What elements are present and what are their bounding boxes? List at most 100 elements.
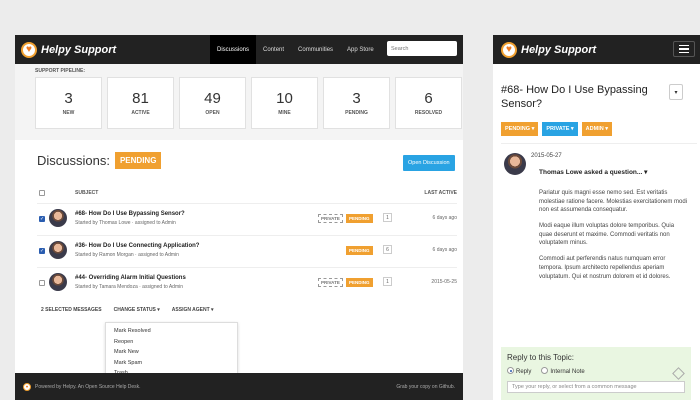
hamburger-menu-icon[interactable] <box>673 41 695 57</box>
status-dropdown-button[interactable]: PENDING ▾ <box>501 122 539 136</box>
row-checkbox[interactable] <box>39 280 45 286</box>
footer-powered: Powered by Helpy. An Open Source Help De… <box>35 383 141 390</box>
topic-title: #68- How Do I Use Bypassing Sensor? <box>501 84 648 111</box>
change-status-menu[interactable]: CHANGE STATUS ▾ <box>114 307 160 313</box>
row-meta: Started by Tamara Mendoza · assigned to … <box>75 284 184 290</box>
avatar <box>504 153 526 175</box>
desktop-view: ♥ Helpy Support Discussions Content Comm… <box>15 35 463 400</box>
reply-box: Reply to this Topic: Reply Internal Note… <box>501 347 691 400</box>
row-checkbox[interactable] <box>39 248 45 254</box>
table-row[interactable]: #36- How Do I Use Connecting Application… <box>37 235 457 267</box>
table-row[interactable]: #68- How Do I Use Bypassing Sensor? Star… <box>37 203 457 235</box>
status-badge: PENDING <box>114 152 162 169</box>
nav-content[interactable]: Content <box>256 35 291 64</box>
post-paragraph: Modi eaque illum voluptas dolore tempori… <box>539 223 675 247</box>
pipeline-label: SUPPORT PIPELINE: <box>35 68 86 74</box>
reply-count: 1 <box>383 213 392 222</box>
internal-note-radio[interactable]: Internal Note <box>541 367 585 375</box>
post-paragraph: Commodi aut perferendis natus numquam er… <box>539 256 671 280</box>
discussions-heading: Discussions: <box>37 153 110 168</box>
post-author[interactable]: Thomas Lowe asked a question... ▾ <box>539 168 647 176</box>
open-discussion-button[interactable]: Open Discussion <box>403 155 455 171</box>
post-body: Pariatur quis magni esse nemo sed. Est v… <box>539 189 689 288</box>
pipeline-mine[interactable]: 10 MINE <box>251 77 318 129</box>
menu-mark-resolved[interactable]: Mark Resolved <box>106 326 237 337</box>
row-subject[interactable]: #36- How Do I Use Connecting Application… <box>75 243 199 249</box>
heart-icon: ♥ <box>501 41 517 58</box>
divider <box>501 143 697 144</box>
radio-icon <box>541 367 549 374</box>
heart-icon: ♥ <box>23 382 31 391</box>
row-subject[interactable]: #68- How Do I Use Bypassing Sensor? <box>75 211 185 217</box>
pipeline-name: NEW <box>62 109 75 116</box>
nav-communities[interactable]: Communities <box>291 35 340 64</box>
select-all-checkbox[interactable] <box>39 190 45 196</box>
topic-tags: PENDING ▾ PRIVATE ▾ ADMIN ▾ <box>501 122 612 136</box>
mobile-topbar: ♥ Helpy Support <box>493 35 700 64</box>
avatar <box>49 241 67 259</box>
mobile-view: ♥ Helpy Support #68- How Do I Use Bypass… <box>493 35 700 400</box>
pipeline-name: ACTIVE <box>131 109 150 116</box>
assign-agent-menu[interactable]: ASSIGN AGENT ▾ <box>172 307 214 313</box>
pipeline-count: 10 <box>276 89 293 107</box>
main-nav: Discussions Content Communities App Stor… <box>210 35 381 64</box>
logo[interactable]: ♥ Helpy Support <box>21 41 117 58</box>
pipeline-open[interactable]: 49 OPEN <box>179 77 246 129</box>
pipeline-count: 49 <box>204 89 221 107</box>
row-checkbox[interactable] <box>39 216 45 222</box>
chevron-down-icon[interactable]: ▾ <box>669 84 683 100</box>
avatar <box>49 273 67 291</box>
pipeline-count: 3 <box>352 89 361 107</box>
pipeline-new[interactable]: 3 NEW <box>35 77 102 129</box>
footer-github-link[interactable]: Grab your copy on Github. <box>396 384 455 390</box>
selected-count: 2 SELECTED MESSAGES <box>41 307 102 313</box>
privacy-dropdown-button[interactable]: PRIVATE ▾ <box>542 122 578 136</box>
desktop-topbar: ♥ Helpy Support Discussions Content Comm… <box>15 35 463 64</box>
page-title: Discussions: PENDING <box>37 152 162 169</box>
reply-count: 6 <box>383 245 392 254</box>
reply-input[interactable]: Type your reply, or select from a common… <box>507 381 685 393</box>
pipeline-active[interactable]: 81 ACTIVE <box>107 77 174 129</box>
reply-radio[interactable]: Reply <box>507 367 531 375</box>
logo[interactable]: ♥ Helpy Support <box>501 41 597 58</box>
menu-reopen[interactable]: Reopen <box>106 337 237 348</box>
pending-tag: PENDING <box>346 214 373 223</box>
pipeline-name: RESOLVED <box>414 109 443 116</box>
heart-icon: ♥ <box>21 41 37 58</box>
assignee-dropdown-button[interactable]: ADMIN ▾ <box>581 122 612 136</box>
logo-text: Helpy Support <box>521 43 597 56</box>
pipeline-name: MINE <box>278 109 291 116</box>
logo-text: Helpy Support <box>41 43 117 56</box>
pipeline-resolved[interactable]: 6 RESOLVED <box>395 77 462 129</box>
table-row[interactable]: #44- Overriding Alarm Initial Questions … <box>37 267 457 299</box>
pipeline-name: PENDING <box>345 109 368 116</box>
footer: ♥ Powered by Helpy. An Open Source Help … <box>15 373 463 400</box>
pipeline-count: 81 <box>132 89 149 107</box>
last-active: 6 days ago <box>432 247 457 253</box>
discussions-panel: Discussions: PENDING Open Discussion SUB… <box>15 140 463 375</box>
pending-tag: PENDING <box>346 246 373 255</box>
pipeline-count: 3 <box>64 89 73 107</box>
menu-mark-spam[interactable]: Mark Spam <box>106 358 237 369</box>
nav-discussions[interactable]: Discussions <box>210 35 257 64</box>
nav-app-store[interactable]: App Store <box>340 35 381 64</box>
menu-mark-new[interactable]: Mark New <box>106 347 237 358</box>
search-input[interactable] <box>387 41 457 56</box>
bulk-actions: 2 SELECTED MESSAGES CHANGE STATUS ▾ ASSI… <box>41 307 214 313</box>
last-active: 6 days ago <box>432 215 457 221</box>
row-subject[interactable]: #44- Overriding Alarm Initial Questions <box>75 275 186 281</box>
avatar <box>49 209 67 227</box>
row-meta: Started by Thomas Lowe · assigned to Adm… <box>75 220 176 226</box>
pipeline-pending[interactable]: 3 PENDING <box>323 77 390 129</box>
last-active: 2015-05-25 <box>431 279 457 285</box>
internal-note-label: Internal Note <box>550 369 585 375</box>
post-date: 2015-05-27 <box>531 153 562 159</box>
reply-radio-label: Reply <box>516 369 532 375</box>
reply-heading: Reply to this Topic: <box>507 353 574 362</box>
private-tag: PRIVATE <box>318 214 343 223</box>
radio-icon <box>507 367 514 374</box>
row-meta: Started by Ramon Morgan · assigned to Ad… <box>75 252 179 258</box>
pending-tag: PENDING <box>346 278 373 287</box>
pipeline-count: 6 <box>424 89 433 107</box>
reply-count: 1 <box>383 277 392 286</box>
